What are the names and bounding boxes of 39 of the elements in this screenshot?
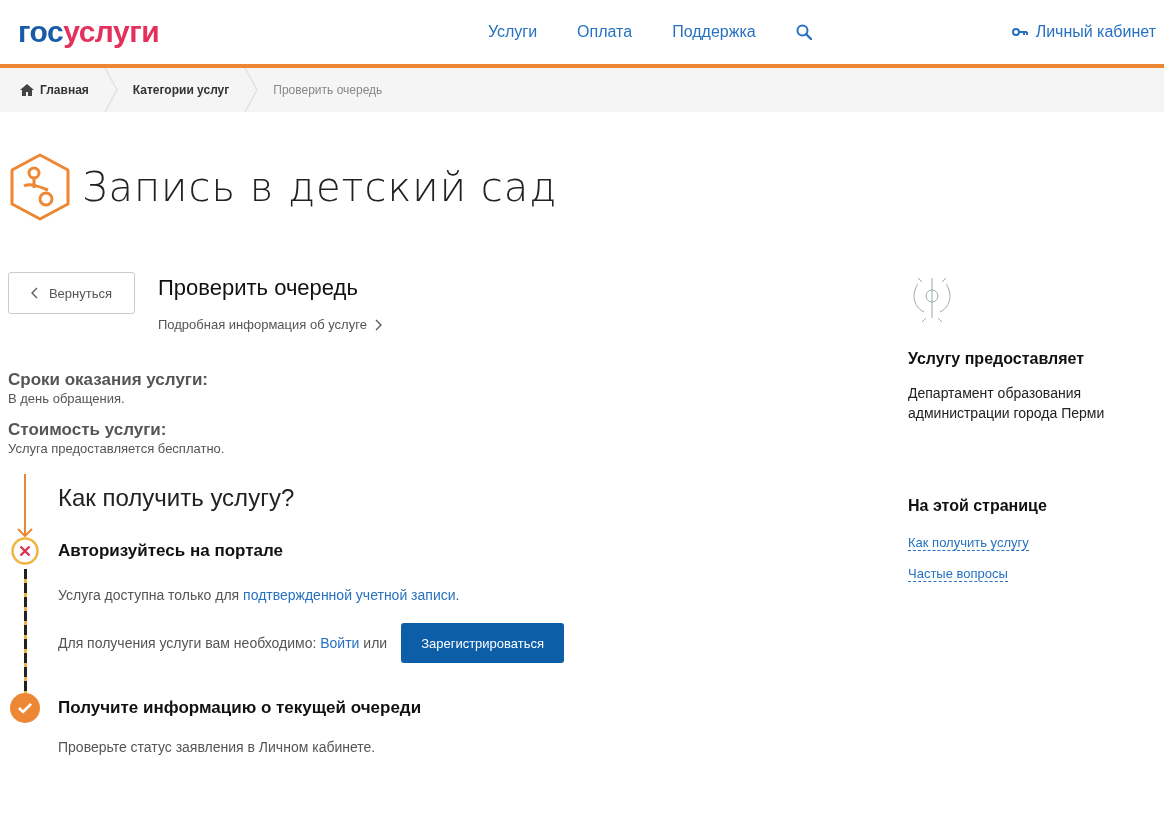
page-title: Запись в детский сад	[82, 164, 558, 210]
provider-name: Департамент образования администрации города Перми	[908, 384, 1106, 423]
key-icon	[1011, 26, 1028, 38]
fact-value: В день обращения.	[8, 391, 126, 406]
chevron-right-icon	[374, 318, 383, 331]
on-page-title: На этой странице	[908, 497, 1048, 515]
section-title: Как получить услугу?	[58, 484, 296, 513]
step-title: Авторизуйтесь на портале	[58, 541, 284, 561]
current-page-label: Проверить очередь	[273, 82, 383, 99]
nav-link[interactable]: Оплата	[577, 23, 633, 41]
register-button[interactable]: Зарегистрироваться	[401, 623, 565, 663]
anchor-link[interactable]: Частые вопросы	[908, 566, 1008, 582]
fact-label: Сроки оказания услуги:	[8, 370, 210, 390]
account-link[interactable]: Личный кабинет	[1011, 23, 1156, 41]
breadcrumb-link[interactable]: Главная	[20, 68, 89, 112]
home-icon	[20, 83, 34, 97]
step-text: Для получения услуги вам необходимо: Войти или	[58, 635, 388, 651]
site-logo[interactable]: госуслуги	[18, 15, 160, 49]
step-text: Услуга доступна только для подтвержденной учетной записи.	[58, 587, 461, 603]
anchor-link[interactable]: Как получить услугу	[908, 535, 1029, 551]
pacifier-icon	[8, 153, 72, 221]
breadcrumb-link[interactable]: Категории услуг	[132, 68, 230, 112]
provider-title: Услугу предоставляет	[908, 350, 1086, 368]
account-link[interactable]: подтвержденной учетной записи	[243, 587, 456, 603]
breadcrumb-divider	[243, 68, 260, 112]
nav-link[interactable]: Услуги	[487, 23, 538, 41]
login-link[interactable]: Войти	[320, 635, 360, 651]
search-icon[interactable]	[795, 24, 812, 40]
nav-link[interactable]: Поддержка	[672, 23, 756, 41]
fact-value: Услуга предоставляется бесплатно.	[8, 441, 226, 456]
details-link[interactable]: Подробная информация об услуге	[158, 317, 383, 332]
step-text: Проверьте статус заявления в Личном кабинете.	[58, 739, 377, 755]
chevron-left-icon	[30, 287, 39, 299]
breadcrumb-divider	[102, 68, 119, 112]
fact-label: Стоимость услуги:	[8, 420, 168, 440]
back-button[interactable]: Вернуться	[8, 272, 135, 314]
service-title: Проверить очередь	[158, 275, 359, 301]
step-title: Получите информацию о текущей очереди	[58, 698, 423, 718]
down-arrow-icon	[17, 474, 33, 537]
